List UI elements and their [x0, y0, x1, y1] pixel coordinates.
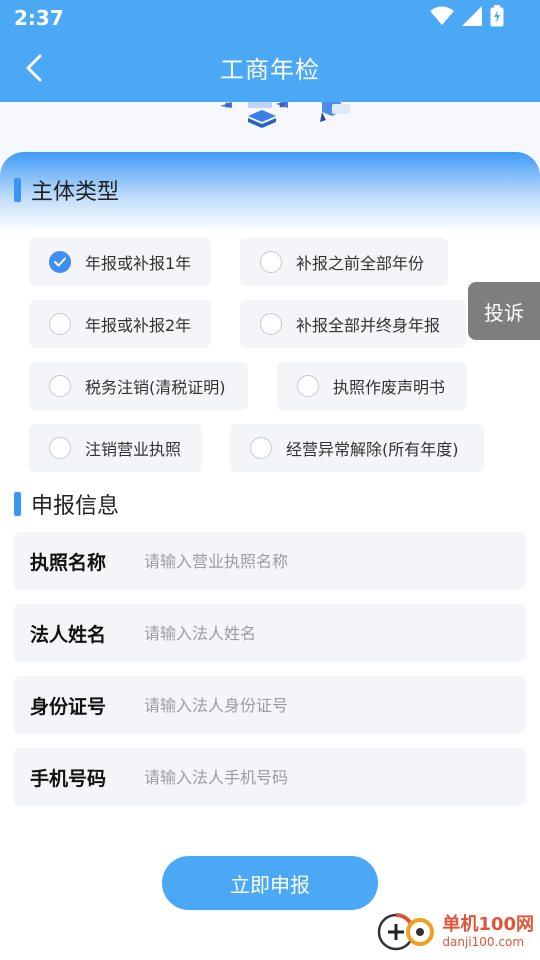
option-label: 经营异常解除(所有年度) [286, 440, 459, 459]
status-bar: 2:37 [0, 0, 540, 36]
form-label: 手机号码 [30, 767, 107, 790]
option-label: 补报之前全部年份 [296, 254, 425, 273]
option-tax-deregistration[interactable]: 税务注销(清税证明) [29, 362, 248, 410]
radio-unchecked-icon [49, 313, 71, 335]
section-title-type: 主体类型 [31, 180, 120, 205]
option-annual-1yr[interactable]: 年报或补报1年 [29, 238, 211, 286]
option-license-void-statement[interactable]: 执照作废声明书 [277, 362, 467, 410]
section-header-type: 主体类型 [14, 174, 119, 206]
radio-unchecked-icon [260, 251, 282, 273]
option-backfill-all-years[interactable]: 补报之前全部年份 [240, 238, 448, 286]
option-label: 执照作废声明书 [333, 378, 446, 397]
radio-unchecked-icon [49, 437, 71, 459]
app-screen: 2:37 工商年检 主体类型 年报或补报1年 补报之前全部年份 年报或补报2年 … [0, 0, 540, 960]
app-header: 2:37 工商年检 [0, 0, 540, 102]
form-row-license-name: 执照名称 [14, 532, 526, 590]
option-label: 年报或补报2年 [85, 316, 192, 335]
complaint-button[interactable]: 投诉 [468, 282, 540, 340]
section-accent-bar [14, 178, 21, 202]
radio-unchecked-icon [260, 313, 282, 335]
phone-number-input[interactable] [130, 757, 526, 797]
battery-icon [490, 5, 504, 31]
option-backfill-lifetime[interactable]: 补报全部并终身年报 [240, 300, 466, 348]
page-title: 工商年检 [220, 56, 320, 84]
status-time: 2:37 [14, 6, 64, 30]
nav-bar: 工商年检 [0, 36, 540, 102]
id-number-input[interactable] [130, 685, 526, 725]
signal-icon [462, 6, 482, 30]
section-header-info: 申报信息 [14, 488, 119, 520]
option-annual-2yr[interactable]: 年报或补报2年 [29, 300, 211, 348]
wifi-icon [430, 6, 454, 30]
option-label: 补报全部并终身年报 [296, 316, 441, 335]
legal-person-name-input[interactable] [130, 613, 526, 653]
form-row-phone: 手机号码 [14, 748, 526, 806]
radio-unchecked-icon [49, 375, 71, 397]
radio-unchecked-icon [297, 375, 319, 397]
watermark-url: danji100.com [442, 935, 525, 949]
radio-checked-icon [49, 251, 71, 273]
radio-unchecked-icon [250, 437, 272, 459]
license-name-input[interactable] [130, 541, 526, 581]
form-label: 执照名称 [30, 551, 107, 574]
watermark-text: 单机100网 danji100.com [442, 914, 534, 950]
section-title-info: 申报信息 [31, 494, 120, 519]
option-label: 年报或补报1年 [85, 254, 192, 273]
submit-button[interactable]: 立即申报 [162, 856, 378, 910]
option-abnormal-removal[interactable]: 经营异常解除(所有年度) [230, 424, 484, 472]
status-icons [430, 5, 504, 31]
option-label: 注销营业执照 [85, 440, 182, 459]
option-label: 税务注销(清税证明) [85, 378, 226, 397]
form-row-id-number: 身份证号 [14, 676, 526, 734]
form-label: 身份证号 [30, 695, 107, 718]
section-accent-bar [14, 492, 21, 516]
option-cancel-license[interactable]: 注销营业执照 [29, 424, 202, 472]
watermark: 单机100网 danji100.com [376, 908, 534, 956]
main-card: 主体类型 年报或补报1年 补报之前全部年份 年报或补报2年 补报全部并终身年报 … [0, 152, 540, 960]
form-label: 法人姓名 [30, 623, 107, 646]
form-row-legal-person: 法人姓名 [14, 604, 526, 662]
watermark-name: 单机100网 [442, 914, 534, 935]
watermark-logo-icon [376, 908, 436, 956]
